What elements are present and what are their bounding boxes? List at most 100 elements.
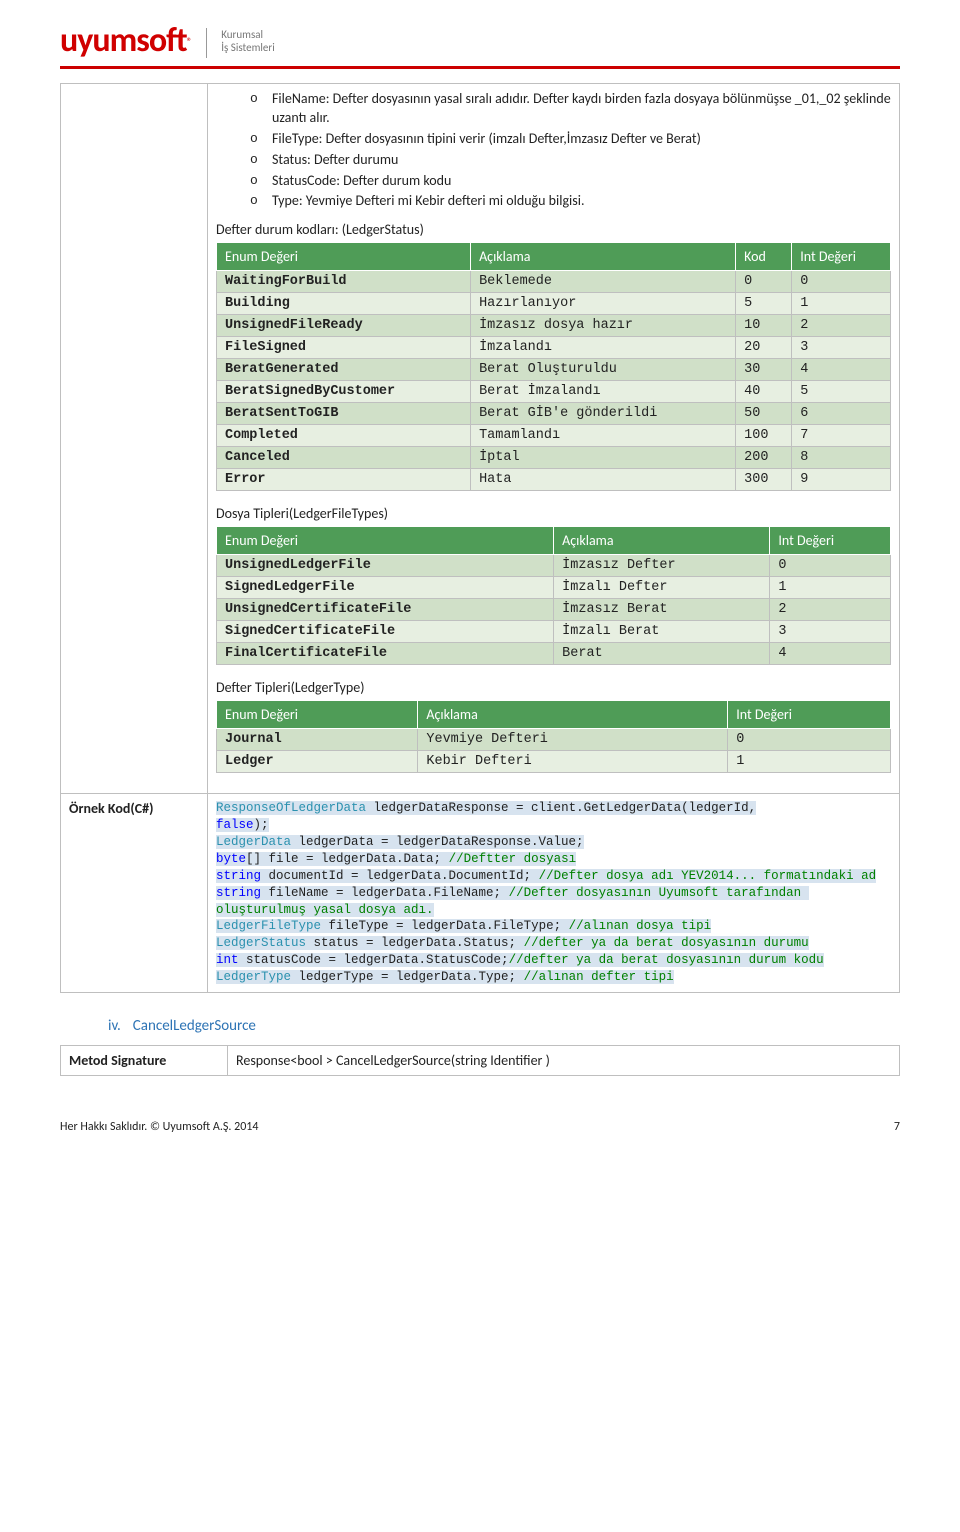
- method-signature-table: Metod Signature Response<bool > CancelLe…: [60, 1045, 900, 1076]
- code-token: documentId = ledgerData.DocumentId;: [261, 869, 539, 883]
- th: Açıklama: [554, 527, 770, 555]
- section-heading: iv.CancelLedgerSource: [108, 1017, 900, 1035]
- code-token: //defter ya da berat dosyasının durum ko…: [509, 953, 824, 967]
- td: İmzasız Defter: [554, 555, 770, 577]
- td: Yevmiye Defteri: [418, 729, 728, 751]
- td: Ledger: [217, 751, 418, 773]
- footer: Her Hakkı Saklıdır. © Uyumsoft A.Ş. 2014…: [60, 1116, 900, 1134]
- td: 30: [736, 359, 792, 381]
- td: FinalCertificateFile: [217, 643, 554, 665]
- tagline-line1: Kurumsal: [221, 28, 275, 41]
- code-token: false: [216, 818, 254, 832]
- footer-copyright: Her Hakkı Saklıdır. © Uyumsoft A.Ş. 2014: [60, 1120, 258, 1134]
- td: 7: [792, 425, 891, 447]
- code-token: ledgerData = ledgerDataResponse.Value;: [291, 835, 584, 849]
- td: Error: [217, 469, 471, 491]
- td: 6: [792, 403, 891, 425]
- td: Berat Oluşturuldu: [471, 359, 736, 381]
- code-block: ResponseOfLedgerData ledgerDataResponse …: [216, 800, 891, 986]
- td: Berat GİB'e gönderildi: [471, 403, 736, 425]
- td: 3: [770, 621, 891, 643]
- code-token: byte: [216, 852, 246, 866]
- code-token: //Deftter dosyası: [449, 852, 577, 866]
- header-rule: [60, 66, 900, 69]
- code-token: );: [254, 818, 269, 832]
- bullet-list: FileName: Defter dosyasının yasal sıralı…: [216, 90, 891, 211]
- code-token: //defter ya da berat dosyasının durumu: [524, 936, 809, 950]
- list-item: FileName: Defter dosyasının yasal sıralı…: [250, 90, 891, 128]
- section-name: CancelLedgerSource: [133, 1017, 256, 1035]
- header: uyumsoft® Kurumsal İş Sistemleri: [60, 24, 900, 58]
- ledger-type-title: Defter Tipleri(LedgerType): [216, 679, 891, 696]
- td: UnsignedFileReady: [217, 315, 471, 337]
- td: UnsignedLedgerFile: [217, 555, 554, 577]
- td: Tamamlandı: [471, 425, 736, 447]
- th: Açıklama: [418, 701, 728, 729]
- td: BeratSignedByCustomer: [217, 381, 471, 403]
- footer-page-number: 7: [894, 1120, 900, 1134]
- td: 0: [792, 271, 891, 293]
- code-token: fileName = ledgerData.FileName;: [261, 886, 509, 900]
- list-item: StatusCode: Defter durum kodu: [250, 172, 891, 191]
- td: Kebir Defteri: [418, 751, 728, 773]
- list-item: FileType: Defter dosyasının tipini verir…: [250, 130, 891, 149]
- file-types-title: Dosya Tipleri(LedgerFileTypes): [216, 505, 891, 522]
- td: 1: [770, 577, 891, 599]
- td: 40: [736, 381, 792, 403]
- td: Berat: [554, 643, 770, 665]
- ledger-type-table: Enum Değeri Açıklama Int Değeri JournalY…: [216, 700, 891, 773]
- td: 1: [728, 751, 891, 773]
- th: Enum Değeri: [217, 527, 554, 555]
- td: 1: [792, 293, 891, 315]
- td: 0: [770, 555, 891, 577]
- code-token: string: [216, 886, 261, 900]
- code-token: ledgerType = ledgerData.Type;: [291, 970, 524, 984]
- code-token: statusCode = ledgerData.StatusCode;: [239, 953, 509, 967]
- td: Completed: [217, 425, 471, 447]
- td: İmzasız Berat: [554, 599, 770, 621]
- file-types-table: Enum Değeri Açıklama Int Değeri Unsigned…: [216, 526, 891, 665]
- desc-label-cell: [61, 84, 208, 794]
- tagline: Kurumsal İş Sistemleri: [221, 28, 275, 54]
- td: 0: [728, 729, 891, 751]
- td: Berat İmzalandı: [471, 381, 736, 403]
- list-item: Status: Defter durumu: [250, 151, 891, 170]
- td: 0: [736, 271, 792, 293]
- td: Canceled: [217, 447, 471, 469]
- code-token: int: [216, 953, 239, 967]
- td: Journal: [217, 729, 418, 751]
- td: 20: [736, 337, 792, 359]
- vertical-separator: [206, 28, 207, 58]
- code-token: status = ledgerData.Status;: [306, 936, 524, 950]
- td: 200: [736, 447, 792, 469]
- td: İmzasız dosya hazır: [471, 315, 736, 337]
- td: İmzalı Defter: [554, 577, 770, 599]
- code-token: [] file = ledgerData.Data;: [246, 852, 449, 866]
- ledger-status-table: Enum Değeri Açıklama Kod Int Değeri Wait…: [216, 242, 891, 491]
- td: 100: [736, 425, 792, 447]
- th: Açıklama: [471, 243, 736, 271]
- code-label: Örnek Kod(C#): [61, 794, 208, 993]
- code-token: LedgerData: [216, 835, 291, 849]
- th: Int Değeri: [792, 243, 891, 271]
- td: SignedCertificateFile: [217, 621, 554, 643]
- code-token: LedgerFileType: [216, 919, 321, 933]
- code-token: ledgerDataResponse = client.GetLedgerDat…: [366, 801, 756, 815]
- list-item: Type: Yevmiye Defteri mi Kebir defteri m…: [250, 192, 891, 211]
- th: Enum Değeri: [217, 701, 418, 729]
- td: Hata: [471, 469, 736, 491]
- td: SignedLedgerFile: [217, 577, 554, 599]
- code-token: //alınan dosya tipi: [569, 919, 712, 933]
- td: İmzalı Berat: [554, 621, 770, 643]
- tagline-line2: İş Sistemleri: [221, 41, 275, 54]
- td: Beklemede: [471, 271, 736, 293]
- code-cell: ResponseOfLedgerData ledgerDataResponse …: [208, 794, 900, 993]
- td: 300: [736, 469, 792, 491]
- method-label: Metod Signature: [61, 1045, 228, 1075]
- brand-logo: uyumsoft: [60, 20, 187, 61]
- registered-icon: ®: [187, 35, 193, 48]
- th: Kod: [736, 243, 792, 271]
- td: 2: [770, 599, 891, 621]
- main-content-table: FileName: Defter dosyasının yasal sıralı…: [60, 83, 900, 993]
- code-token: LedgerType: [216, 970, 291, 984]
